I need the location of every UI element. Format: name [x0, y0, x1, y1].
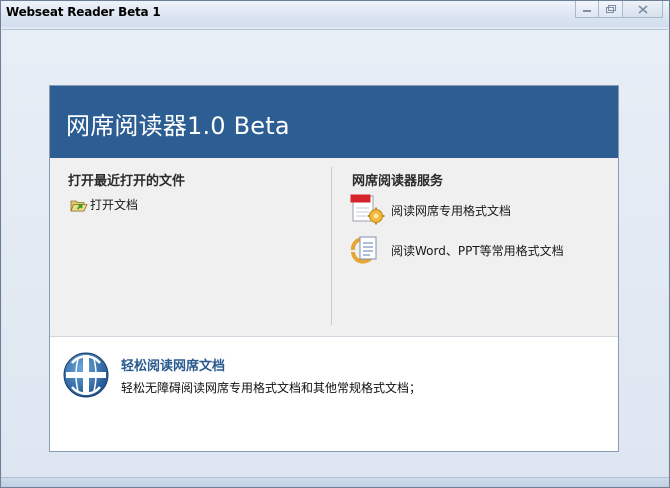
office-document-icon [350, 236, 377, 264]
recent-files-heading: 打开最近打开的文件 [68, 174, 186, 189]
minimize-icon [583, 10, 591, 12]
webseat-document-icon [350, 194, 385, 225]
service-item-webseat-format[interactable]: 阅读网席专用格式文档 [350, 194, 511, 226]
client-area: 网席阅读器1.0 Beta 打开最近打开的文件 打开文档 网席阅读器服务 阅读网… [2, 29, 668, 480]
feature-description: 轻松无障碍阅读网席专用格式文档和其他常规格式文档； [121, 381, 422, 395]
window-title: Webseat Reader Beta 1 [6, 5, 161, 19]
close-button[interactable] [623, 1, 663, 18]
feature-title: 轻松阅读网席文档 [121, 359, 226, 374]
services-heading: 网席阅读器服务 [352, 174, 444, 189]
minimize-button[interactable] [575, 1, 599, 18]
title-bar[interactable]: Webseat Reader Beta 1 [1, 1, 669, 27]
service-item-office-format[interactable]: 阅读Word、PPT等常用格式文档 [350, 234, 564, 266]
open-folder-icon [70, 200, 88, 211]
restore-icon [606, 4, 616, 13]
banner: 网席阅读器1.0 Beta [50, 86, 618, 158]
actions-section: 打开最近打开的文件 打开文档 网席阅读器服务 阅读网席专用格式文档 阅读Word… [50, 158, 618, 337]
banner-title: 网席阅读器1.0 Beta [66, 112, 290, 140]
open-document-label: 打开文档 [90, 198, 139, 212]
maximize-button[interactable] [599, 1, 623, 18]
section-divider [331, 167, 332, 325]
bottom-border-strip [1, 477, 669, 487]
feature-section: 轻松阅读网席文档 轻松无障碍阅读网席专用格式文档和其他常规格式文档； [50, 337, 618, 451]
globe-logo-icon [63, 352, 109, 398]
open-document-link[interactable]: 打开文档 [70, 196, 138, 213]
service-item-label: 阅读网席专用格式文档 [391, 203, 512, 218]
window-controls [575, 1, 663, 18]
close-icon [637, 4, 648, 14]
start-panel: 网席阅读器1.0 Beta 打开最近打开的文件 打开文档 网席阅读器服务 阅读网… [49, 85, 619, 452]
app-window: Webseat Reader Beta 1 网席阅读器1.0 Beta 打开最近… [0, 0, 670, 488]
service-item-label: 阅读Word、PPT等常用格式文档 [391, 243, 564, 258]
